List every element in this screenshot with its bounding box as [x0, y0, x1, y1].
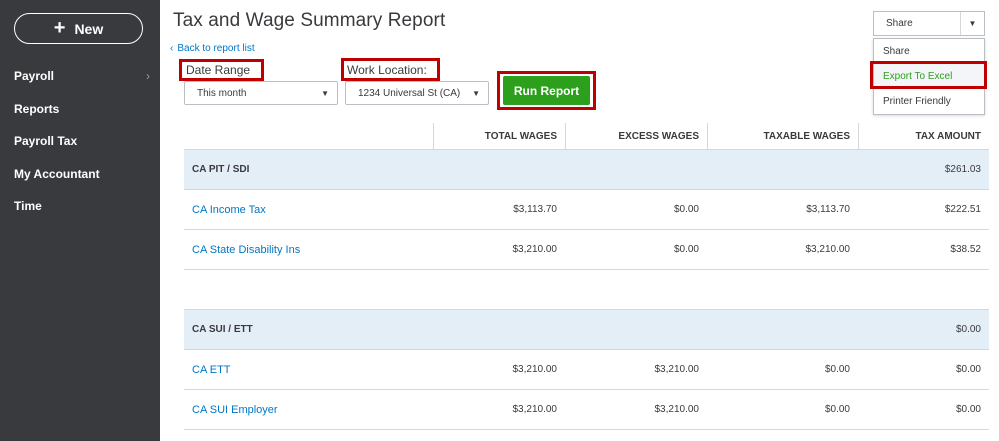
sidebar-item-my-accountant[interactable]: My Accountant [14, 167, 150, 181]
section-tax-amount: $0.00 [955, 324, 981, 335]
row-name-cell: CA State Disability Ins [192, 230, 300, 269]
sidebar-item-label: Payroll Tax [14, 134, 78, 148]
total-wages-cell: $3,113.70 [513, 204, 557, 215]
plus-icon: + [53, 16, 66, 39]
sidebar-item-payroll-tax[interactable]: Payroll Tax [14, 134, 150, 148]
row-name-cell: CA Income Tax [192, 190, 266, 229]
spacer-row [184, 270, 989, 310]
section-name: CA PIT / SDI [192, 164, 250, 175]
caret-down-icon: ▼ [472, 88, 480, 98]
share-select[interactable]: Share ▼ [873, 11, 985, 36]
sidebar-item-label: Reports [14, 102, 60, 116]
sidebar-item-label: Payroll [14, 69, 55, 83]
column-header-total-wages: TOTAL WAGES [433, 123, 565, 150]
work-location-highlight [341, 58, 440, 81]
row-name-link[interactable]: CA ETT [192, 364, 231, 376]
row-name-cell: CA SUI Employer [192, 390, 278, 429]
date-range-highlight [179, 59, 264, 81]
section-row: CA SUI / ETT $0.00 [184, 310, 989, 350]
share-option-printer-friendly[interactable]: Printer Friendly [874, 89, 984, 114]
total-wages-cell: $3,210.00 [512, 404, 558, 415]
new-button-label: New [74, 20, 104, 37]
sidebar-item-label: Time [14, 199, 42, 213]
date-range-value: This month [197, 87, 247, 99]
new-button[interactable]: + New [14, 13, 143, 44]
sidebar-item-payroll[interactable]: Payroll › [14, 69, 150, 83]
work-location-value: 1234 Universal St (CA) [358, 87, 461, 99]
chevron-left-icon: ‹ [170, 43, 174, 54]
taxable-wages-cell: $3,113.70 [806, 204, 850, 215]
excess-wages-cell: $3,210.00 [654, 364, 700, 375]
back-link-label: Back to report list [177, 43, 255, 54]
table-row: CA SUI Employer $3,210.00 $3,210.00 $0.0… [184, 390, 989, 430]
row-name-cell: CA ETT [192, 350, 231, 389]
table-row: CA State Disability Ins $3,210.00 $0.00 … [184, 230, 989, 270]
page-title: Tax and Wage Summary Report [173, 10, 446, 31]
export-to-excel-highlight [870, 61, 987, 89]
row-name-link[interactable]: CA Income Tax [192, 204, 266, 216]
sidebar-item-reports[interactable]: Reports [14, 102, 150, 116]
taxable-wages-cell: $0.00 [824, 404, 850, 415]
section-row: CA PIT / SDI $261.03 [184, 150, 989, 190]
total-wages-cell: $3,210.00 [512, 364, 558, 375]
taxable-wages-cell: $0.00 [824, 364, 850, 375]
tax-amount-cell: $222.51 [944, 204, 981, 215]
sidebar: + New Payroll › Reports Payroll Tax My A… [0, 0, 160, 441]
sidebar-item-time[interactable]: Time [14, 199, 150, 213]
caret-down-icon: ▼ [960, 12, 984, 35]
back-to-report-list-link[interactable]: ‹ Back to report list [170, 43, 255, 54]
column-header-taxable-wages: TAXABLE WAGES [707, 123, 858, 150]
tax-amount-cell: $0.00 [955, 404, 981, 415]
sidebar-item-label: My Accountant [14, 167, 100, 181]
caret-down-icon: ▼ [321, 88, 329, 98]
tax-amount-cell: $0.00 [955, 364, 981, 375]
share-select-value: Share [886, 18, 913, 29]
table-row: CA ETT $3,210.00 $3,210.00 $0.00 $0.00 [184, 350, 989, 390]
work-location-select[interactable]: 1234 Universal St (CA) ▼ [345, 81, 489, 105]
total-wages-cell: $3,210.00 [512, 244, 558, 255]
date-range-select[interactable]: This month ▼ [184, 81, 338, 105]
excess-wages-cell: $0.00 [673, 244, 699, 255]
excess-wages-cell: $0.00 [673, 204, 699, 215]
section-tax-amount: $261.03 [944, 164, 981, 175]
row-name-link[interactable]: CA State Disability Ins [192, 244, 300, 256]
column-header-excess-wages: EXCESS WAGES [565, 123, 707, 150]
run-report-button[interactable]: Run Report [503, 76, 590, 105]
chevron-right-icon: › [146, 69, 150, 83]
column-header-tax-amount: TAX AMOUNT [858, 123, 989, 150]
table-header: TOTAL WAGES EXCESS WAGES TAXABLE WAGES T… [184, 123, 989, 150]
excess-wages-cell: $3,210.00 [654, 404, 700, 415]
taxable-wages-cell: $3,210.00 [805, 244, 851, 255]
tax-amount-cell: $38.52 [950, 244, 981, 255]
row-name-link[interactable]: CA SUI Employer [192, 404, 278, 416]
report-table: TOTAL WAGES EXCESS WAGES TAXABLE WAGES T… [184, 123, 989, 430]
section-name: CA SUI / ETT [192, 324, 253, 335]
table-row: CA Income Tax $3,113.70 $0.00 $3,113.70 … [184, 190, 989, 230]
